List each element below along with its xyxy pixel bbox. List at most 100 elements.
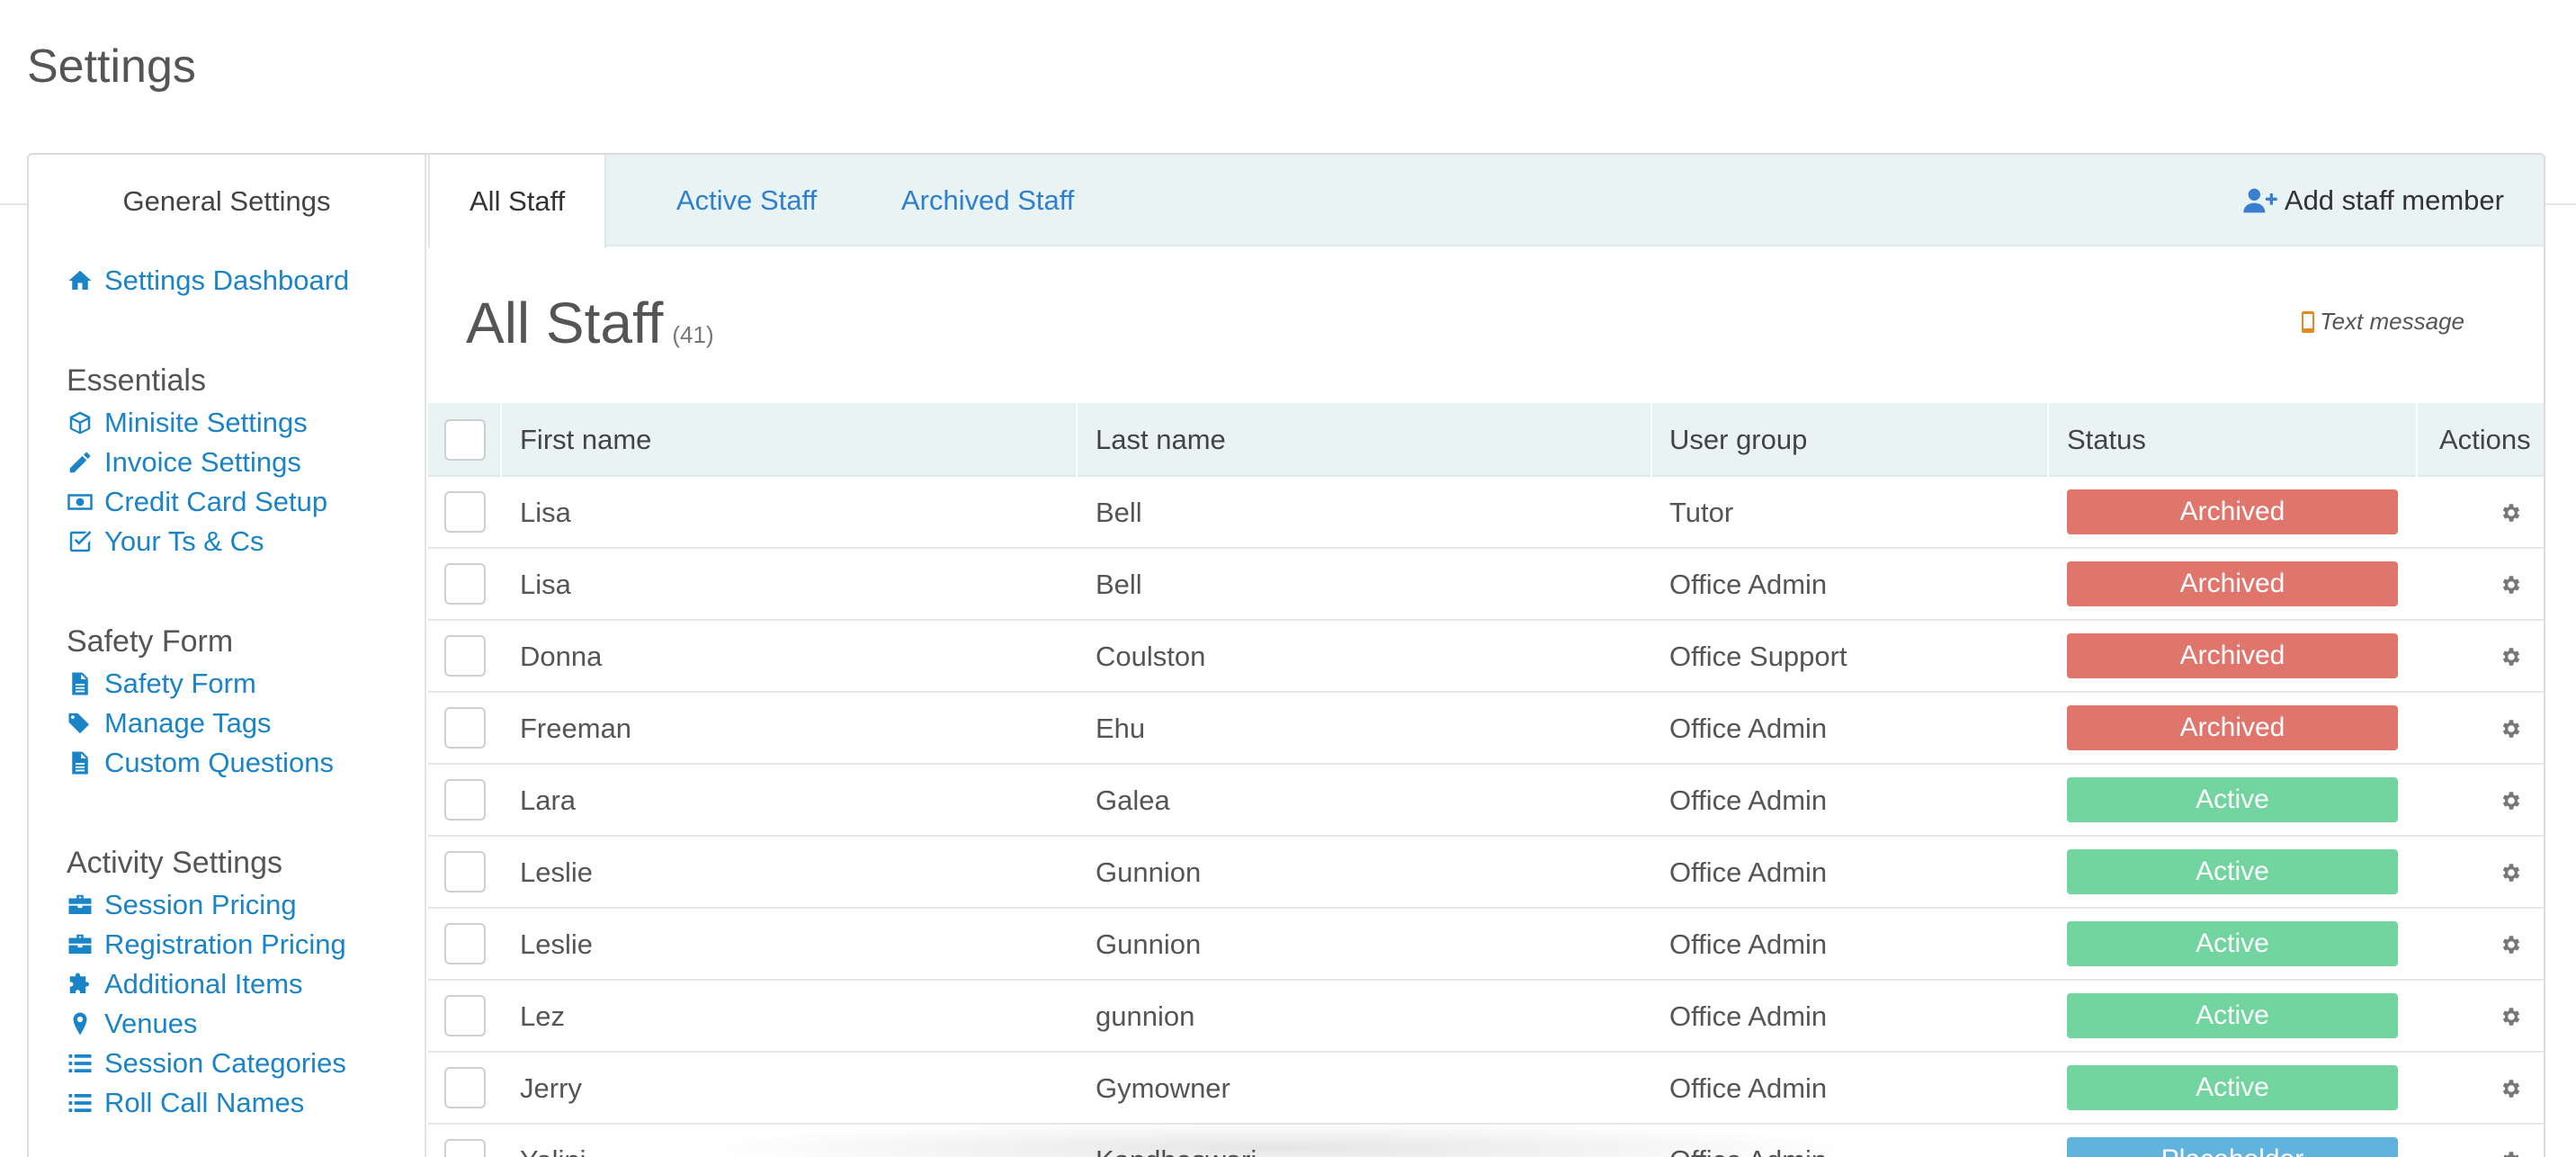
cell-user-group: Office Admin bbox=[1669, 1072, 1828, 1104]
sidebar-item-label: Custom Questions bbox=[104, 747, 334, 778]
cell-last-name: Ehu bbox=[1096, 713, 1146, 744]
gear-icon bbox=[2502, 864, 2520, 882]
sidebar-item-label: Settings Dashboard bbox=[104, 265, 350, 296]
briefcase-icon bbox=[68, 894, 92, 914]
sidebar-item-session-categories[interactable]: Session Categories bbox=[67, 1047, 346, 1080]
sidebar-item-invoice-settings[interactable]: Invoice Settings bbox=[67, 446, 301, 479]
file-icon bbox=[72, 751, 88, 775]
sidebar-item-label: Safety Form bbox=[104, 668, 256, 699]
row-actions-button[interactable] bbox=[2499, 860, 2524, 885]
row-checkbox[interactable] bbox=[444, 635, 486, 677]
cell-first-name: Lara bbox=[520, 785, 577, 816]
status-badge: Active bbox=[2067, 1065, 2398, 1110]
row-checkbox[interactable] bbox=[444, 995, 486, 1036]
sidebar-item-manage-tags[interactable]: Manage Tags bbox=[67, 707, 272, 740]
table-row: Donna Coulston Office Support Archived bbox=[428, 621, 2544, 693]
column-status[interactable]: Status bbox=[2067, 403, 2146, 477]
sidebar-item-label: Your Ts & Cs bbox=[104, 525, 264, 557]
sidebar-item-label: Roll Call Names bbox=[104, 1087, 305, 1118]
sidebar-item-roll-call-names[interactable]: Roll Call Names bbox=[67, 1087, 304, 1119]
settings-sidebar: General Settings Settings Dashboard Esse… bbox=[29, 155, 426, 1157]
gear-icon bbox=[2502, 648, 2520, 666]
row-actions-button[interactable] bbox=[2499, 932, 2524, 957]
row-checkbox[interactable] bbox=[444, 563, 486, 605]
table-row: Leslie Gunnion Office Admin Active bbox=[428, 909, 2544, 981]
row-checkbox[interactable] bbox=[444, 923, 486, 964]
row-checkbox[interactable] bbox=[444, 1139, 486, 1157]
cell-user-group: Office Admin bbox=[1669, 1000, 1828, 1032]
status-badge: Archived bbox=[2067, 489, 2398, 534]
row-checkbox[interactable] bbox=[444, 491, 486, 533]
cell-first-name: Yalini bbox=[520, 1125, 586, 1157]
tab-all-staff[interactable]: All Staff bbox=[428, 155, 607, 248]
sidebar-item-label: Invoice Settings bbox=[104, 446, 301, 478]
table-row: Lisa Bell Office Admin Archived bbox=[428, 549, 2544, 621]
home-icon bbox=[68, 270, 92, 290]
cell-user-group: Office Admin bbox=[1669, 713, 1828, 744]
row-checkbox[interactable] bbox=[444, 707, 486, 749]
sidebar-item-label: Minisite Settings bbox=[104, 407, 308, 438]
cell-first-name: Leslie bbox=[520, 857, 593, 888]
gear-icon bbox=[2502, 792, 2520, 810]
table-row: Jerry Gymowner Office Admin Active bbox=[428, 1053, 2544, 1125]
sidebar-item-custom-questions[interactable]: Custom Questions bbox=[67, 747, 334, 779]
row-actions-button[interactable] bbox=[2499, 788, 2524, 813]
list-icon bbox=[68, 1094, 92, 1112]
cell-first-name: Jerry bbox=[520, 1072, 582, 1104]
column-user-group[interactable]: User group bbox=[1669, 403, 1807, 477]
staff-heading: All Staff (41) bbox=[466, 290, 714, 356]
add-staff-member-button[interactable]: Add staff member bbox=[2243, 155, 2504, 247]
cell-last-name: Galea bbox=[1096, 785, 1170, 816]
status-badge: Archived bbox=[2067, 561, 2398, 606]
cell-first-name: Lisa bbox=[520, 497, 571, 528]
tab-archived-staff[interactable]: Archived Staff bbox=[901, 155, 1074, 247]
table-row: Freeman Ehu Office Admin Archived bbox=[428, 693, 2544, 765]
gear-icon bbox=[2502, 576, 2520, 594]
row-checkbox[interactable] bbox=[444, 1067, 486, 1108]
sidebar-item-minisite-settings[interactable]: Minisite Settings bbox=[67, 407, 308, 439]
gear-icon bbox=[2502, 504, 2520, 522]
cell-last-name: Bell bbox=[1096, 497, 1142, 528]
sidebar-item-label: Venues bbox=[104, 1008, 198, 1039]
column-first-name[interactable]: First name bbox=[520, 403, 651, 477]
row-checkbox[interactable] bbox=[444, 779, 486, 821]
cell-last-name: Gunnion bbox=[1096, 857, 1202, 888]
sidebar-item-label: Manage Tags bbox=[104, 707, 272, 739]
row-checkbox[interactable] bbox=[444, 851, 486, 892]
sidebar-item-session-pricing[interactable]: Session Pricing bbox=[67, 889, 297, 921]
sidebar-item-registration-pricing[interactable]: Registration Pricing bbox=[67, 928, 346, 961]
gear-icon bbox=[2503, 1152, 2519, 1157]
text-message-button[interactable]: Text message bbox=[2302, 308, 2464, 336]
status-badge: Active bbox=[2067, 777, 2398, 822]
table-row: Lisa Bell Tutor Archived bbox=[428, 477, 2544, 549]
sidebar-item-your-ts-cs[interactable]: Your Ts & Cs bbox=[67, 525, 264, 558]
row-actions-button[interactable] bbox=[2499, 1004, 2524, 1029]
sidebar-item-label: Credit Card Setup bbox=[104, 486, 328, 517]
select-all-checkbox[interactable] bbox=[444, 419, 486, 461]
row-actions-button[interactable] bbox=[2499, 644, 2524, 669]
staff-tabs: All Staff Active Staff Archived Staff Ad… bbox=[428, 155, 2544, 248]
table-row: Yalini Kandheswari Office Admin Placeholder bbox=[428, 1125, 2544, 1157]
row-actions-button[interactable] bbox=[2499, 500, 2524, 525]
cell-user-group: Tutor bbox=[1669, 497, 1734, 528]
sidebar-item-credit-card-setup[interactable]: Credit Card Setup bbox=[67, 486, 327, 518]
table-row: Lara Galea Office Admin Active bbox=[428, 765, 2544, 837]
sidebar-item-additional-items[interactable]: Additional Items bbox=[67, 968, 303, 1000]
sidebar-item-settings-dashboard[interactable]: Settings Dashboard bbox=[67, 265, 349, 297]
sidebar-section-essentials: Essentials bbox=[67, 363, 206, 398]
tab-active-staff[interactable]: Active Staff bbox=[676, 155, 817, 247]
tags-icon bbox=[68, 713, 89, 734]
row-actions-button[interactable] bbox=[2499, 716, 2524, 741]
row-actions-button[interactable] bbox=[2499, 1148, 2524, 1157]
sidebar-item-venues[interactable]: Venues bbox=[67, 1008, 197, 1040]
sidebar-item-safety-form[interactable]: Safety Form bbox=[67, 668, 256, 700]
column-last-name[interactable]: Last name bbox=[1096, 403, 1226, 477]
cell-last-name: gunnion bbox=[1096, 1000, 1195, 1032]
sidebar-item-label: Session Categories bbox=[104, 1047, 346, 1079]
row-actions-button[interactable] bbox=[2499, 1076, 2524, 1101]
cell-first-name: Leslie bbox=[520, 928, 593, 960]
cell-last-name: Gymowner bbox=[1096, 1072, 1230, 1104]
gear-icon bbox=[2502, 720, 2520, 738]
row-actions-button[interactable] bbox=[2499, 572, 2524, 597]
cell-user-group: Office Admin bbox=[1669, 785, 1828, 816]
